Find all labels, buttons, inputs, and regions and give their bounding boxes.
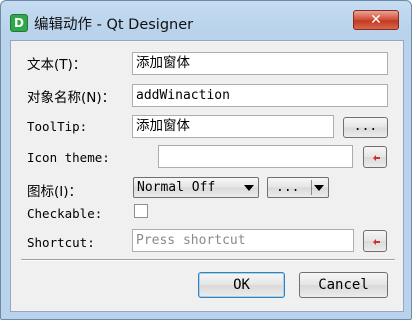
dialog-body: 文本(T)： 添加窗体 对象名称(N)： addWinaction ToolTi… [10,40,404,312]
chevron-down-icon [314,185,324,191]
icon-theme-label: Icon theme: [27,150,110,165]
object-name-input[interactable]: addWinaction [132,84,388,107]
combo-separator [311,180,312,195]
shortcut-label: Shortcut: [27,235,95,250]
shortcut-input[interactable]: Press shortcut [132,229,354,252]
divider [21,259,395,261]
qt-designer-icon: D [10,14,28,32]
window-title: 编辑动作 - Qt Designer [34,17,194,33]
ok-button[interactable]: OK [198,272,285,298]
dialog-window: D 编辑动作 - Qt Designer ✕ 文本(T)： 添加窗体 对象名称(… [0,0,412,320]
icon-source-select[interactable]: ... [267,177,329,198]
tooltip-label: ToolTip: [27,119,88,134]
icon-theme-reset-button[interactable] [363,146,387,168]
text-input[interactable]: 添加窗体 [132,52,388,75]
text-label: 文本(T)： [27,57,87,73]
reset-arrow-icon [373,239,380,245]
chevron-down-icon [244,185,254,191]
object-name-label: 对象名称(N)： [27,90,116,106]
close-icon: ✕ [370,12,382,28]
icon-theme-input[interactable] [158,145,353,168]
icon-label: 图标(I)： [27,184,83,200]
checkable-checkbox[interactable] [134,204,148,218]
cancel-button[interactable]: Cancel [299,272,388,298]
title-bar[interactable]: D 编辑动作 - Qt Designer ✕ [1,1,411,39]
tooltip-input[interactable]: 添加窗体 [132,115,334,138]
shortcut-reset-button[interactable] [363,230,387,252]
icon-mode-select[interactable]: Normal Off [133,177,259,198]
checkable-label: Checkable: [27,206,103,221]
tooltip-more-button[interactable]: ... [343,117,388,138]
close-button[interactable]: ✕ [353,10,399,30]
reset-arrow-icon [373,155,380,161]
icon-mode-value: Normal Off [137,180,216,195]
icon-source-button-label: ... [276,180,300,195]
